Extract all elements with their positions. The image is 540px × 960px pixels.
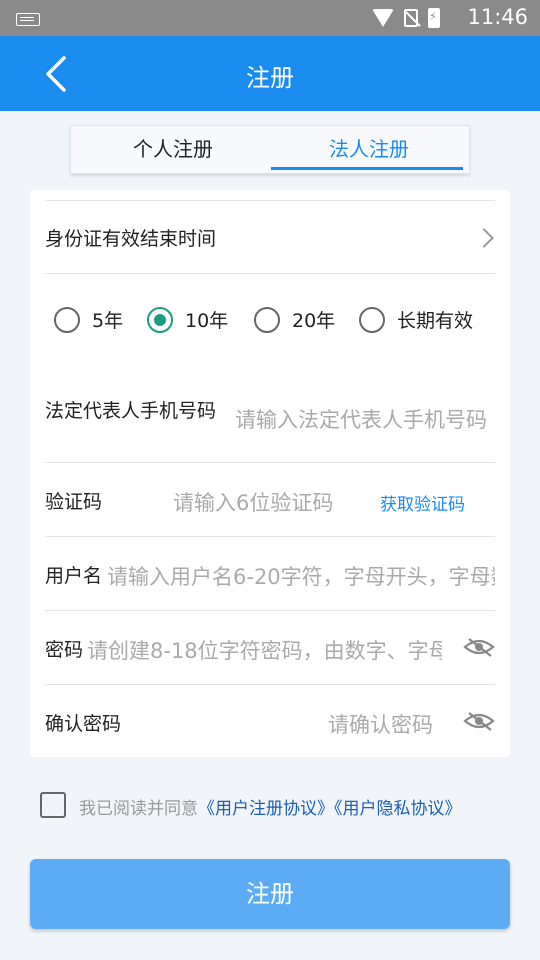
page-title: 注册 — [246, 64, 294, 92]
privacy-agreement-link[interactable]: 《用户隐私协议》 — [334, 799, 462, 819]
register-button[interactable]: 注册 — [30, 859, 510, 929]
code-row: 验证码 请输入6位验证码 获取验证码 — [45, 463, 495, 537]
username-input[interactable]: 请输入用户名6-20字符，字母开头，字母数字组合 — [107, 561, 495, 591]
radio-icon — [359, 306, 385, 333]
user-agreement-link[interactable]: 《用户注册协议》 — [198, 799, 334, 819]
code-input[interactable]: 请输入6位验证码 — [173, 487, 363, 517]
confirm-password-input[interactable]: 请确认密码 — [328, 709, 448, 739]
radio-20-years[interactable]: 20年 — [254, 306, 335, 333]
radio-5-years[interactable]: 5年 — [54, 306, 123, 333]
registration-form: 身份证有效结束时间 5年 10年 20年 长期有效 法定代表人手机号码 请输入法… — [30, 190, 510, 757]
code-label: 验证码 — [45, 491, 103, 513]
radio-selected-icon — [147, 306, 173, 333]
phone-row: 法定代表人手机号码 请输入法定代表人手机号码 — [45, 380, 495, 463]
tab-personal[interactable]: 个人注册 — [75, 126, 271, 173]
confirm-password-label: 确认密码 — [45, 713, 122, 735]
chevron-right-icon — [474, 228, 494, 248]
phone-label: 法定代表人手机号码 — [45, 400, 217, 422]
eye-off-icon[interactable] — [463, 711, 495, 731]
validity-radio-group: 5年 10年 20年 长期有效 — [54, 306, 494, 344]
eye-off-icon[interactable] — [463, 637, 495, 657]
tab-corporate[interactable]: 法人注册 — [271, 126, 467, 173]
username-row: 用户名 请输入用户名6-20字符，字母开头，字母数字组合 — [45, 537, 495, 611]
radio-10-years[interactable]: 10年 — [147, 306, 228, 333]
radio-long-term[interactable]: 长期有效 — [359, 306, 473, 333]
id-end-date-row[interactable]: 身份证有效结束时间 — [45, 200, 495, 274]
battery-charging-icon — [428, 8, 440, 28]
app-bar: 注册 — [0, 36, 540, 111]
agreement-prefix: 我已阅读并同意 — [79, 799, 198, 819]
radio-icon — [54, 306, 80, 333]
phone-input[interactable]: 请输入法定代表人手机号码 — [235, 404, 495, 434]
agreement-row: 我已阅读并同意《用户注册协议》《用户隐私协议》 — [40, 790, 510, 820]
status-time: 11:46 — [467, 5, 528, 29]
password-row: 密码 请创建8-18位字符密码，由数字、字母组成 — [45, 611, 495, 685]
confirm-password-row: 确认密码 请确认密码 — [45, 685, 495, 757]
keyboard-icon — [16, 13, 40, 26]
username-label: 用户名 — [45, 565, 103, 587]
id-end-date-label: 身份证有效结束时间 — [45, 228, 217, 250]
wifi-icon — [372, 9, 394, 27]
agreement-checkbox[interactable] — [40, 792, 66, 818]
password-input[interactable]: 请创建8-18位字符密码，由数字、字母组成 — [87, 635, 442, 665]
radio-icon — [254, 306, 280, 333]
status-bar: 11:46 — [0, 0, 540, 36]
no-sim-icon — [404, 9, 418, 27]
password-label: 密码 — [45, 639, 84, 661]
registration-type-tabs: 个人注册 法人注册 — [70, 125, 470, 174]
get-code-button[interactable]: 获取验证码 — [380, 490, 465, 515]
